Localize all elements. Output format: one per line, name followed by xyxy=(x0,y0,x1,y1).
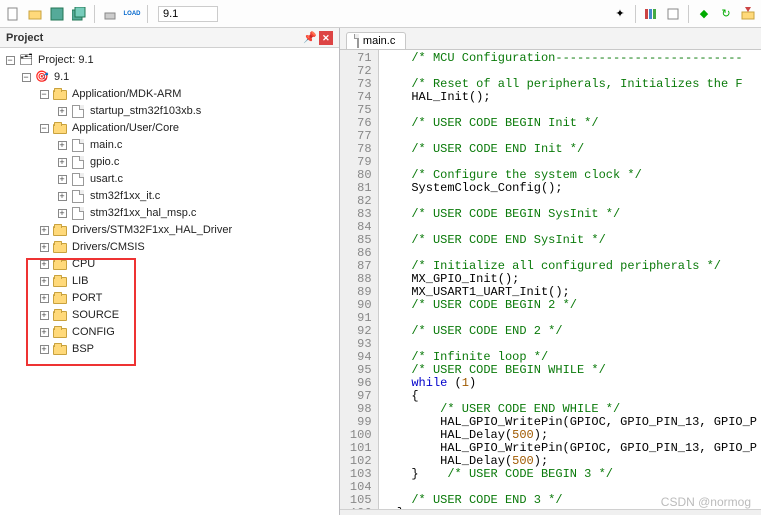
panel-header: Project 📌 ✕ xyxy=(0,28,339,48)
tree-target[interactable]: 9.1 xyxy=(52,69,69,86)
expand-icon[interactable]: + xyxy=(56,171,68,188)
file-icon xyxy=(70,207,86,221)
pin-icon[interactable]: 📌 xyxy=(303,31,317,45)
folder-mdk[interactable]: Application/MDK-ARM xyxy=(70,86,181,103)
folder-icon xyxy=(52,88,68,102)
toolbar-separator xyxy=(94,5,95,23)
project-panel: Project 📌 ✕ −🗂Project: 9.1 −🎯9.1 −Applic… xyxy=(0,28,340,515)
stop-icon[interactable] xyxy=(739,5,757,23)
file-it[interactable]: stm32f1xx_it.c xyxy=(88,188,160,205)
toolbar-separator xyxy=(688,5,689,23)
panel-title: Project xyxy=(6,32,43,44)
manage-icon[interactable] xyxy=(664,5,682,23)
source-text[interactable]: /* MCU Configuration--------------------… xyxy=(379,50,761,509)
file-icon xyxy=(357,35,359,47)
file-icon xyxy=(70,105,86,119)
target-icon: 🎯 xyxy=(34,71,50,85)
debug-icon[interactable]: ◆ xyxy=(695,5,713,23)
file-msp[interactable]: stm32f1xx_hal_msp.c xyxy=(88,205,196,222)
new-file-icon[interactable] xyxy=(4,5,22,23)
editor-panel: main.c 71 72 73 74 75 76 77 78 79 80 81 … xyxy=(340,28,761,515)
wand-icon[interactable]: ✦ xyxy=(611,5,629,23)
folder-usercore[interactable]: Application/User/Core xyxy=(70,120,179,137)
expand-icon[interactable]: − xyxy=(38,120,50,137)
folder-icon xyxy=(52,241,68,255)
file-main[interactable]: main.c xyxy=(88,137,122,154)
file-startup[interactable]: startup_stm32f103xb.s xyxy=(88,103,201,120)
expand-icon[interactable]: − xyxy=(38,86,50,103)
folder-icon xyxy=(52,224,68,238)
toolbar-separator xyxy=(635,5,636,23)
save-all-icon[interactable] xyxy=(70,5,88,23)
file-icon xyxy=(70,173,86,187)
folder-icon xyxy=(52,122,68,136)
tree-root[interactable]: Project: 9.1 xyxy=(36,52,94,69)
build-icon[interactable] xyxy=(101,5,119,23)
file-icon xyxy=(70,190,86,204)
load-icon[interactable]: LOAD xyxy=(123,5,141,23)
file-icon xyxy=(70,156,86,170)
file-gpio[interactable]: gpio.c xyxy=(88,154,119,171)
run-icon[interactable]: ↻ xyxy=(717,5,735,23)
close-icon[interactable]: ✕ xyxy=(319,31,333,45)
tab-label: main.c xyxy=(363,35,395,47)
line-gutter: 71 72 73 74 75 76 77 78 79 80 81 82 83 8… xyxy=(340,50,379,509)
project-tree[interactable]: −🗂Project: 9.1 −🎯9.1 −Application/MDK-AR… xyxy=(0,48,339,515)
books-icon[interactable] xyxy=(642,5,660,23)
expand-icon[interactable]: + xyxy=(38,222,50,239)
code-editor[interactable]: 71 72 73 74 75 76 77 78 79 80 81 82 83 8… xyxy=(340,50,761,509)
editor-tabbar: main.c xyxy=(340,28,761,50)
expand-icon[interactable]: + xyxy=(56,137,68,154)
file-usart[interactable]: usart.c xyxy=(88,171,123,188)
file-icon xyxy=(70,139,86,153)
expand-icon[interactable]: + xyxy=(56,103,68,120)
folder-cmsis[interactable]: Drivers/CMSIS xyxy=(70,239,145,256)
expand-icon[interactable]: + xyxy=(56,205,68,222)
folder-haldrv[interactable]: Drivers/STM32F1xx_HAL_Driver xyxy=(70,222,232,239)
tab-main-c[interactable]: main.c xyxy=(346,32,406,49)
save-icon[interactable] xyxy=(48,5,66,23)
open-icon[interactable] xyxy=(26,5,44,23)
expand-icon[interactable]: + xyxy=(56,188,68,205)
target-combo[interactable] xyxy=(158,6,218,22)
expand-icon[interactable]: + xyxy=(56,154,68,171)
highlight-box xyxy=(26,258,136,366)
project-icon: 🗂 xyxy=(18,54,34,68)
expand-icon[interactable]: − xyxy=(20,69,32,86)
expand-icon[interactable]: − xyxy=(4,52,16,69)
main-toolbar: LOAD ✦ ◆ ↻ xyxy=(0,0,761,28)
expand-icon[interactable]: + xyxy=(38,239,50,256)
toolbar-separator xyxy=(147,5,148,23)
status-strip xyxy=(340,509,761,515)
